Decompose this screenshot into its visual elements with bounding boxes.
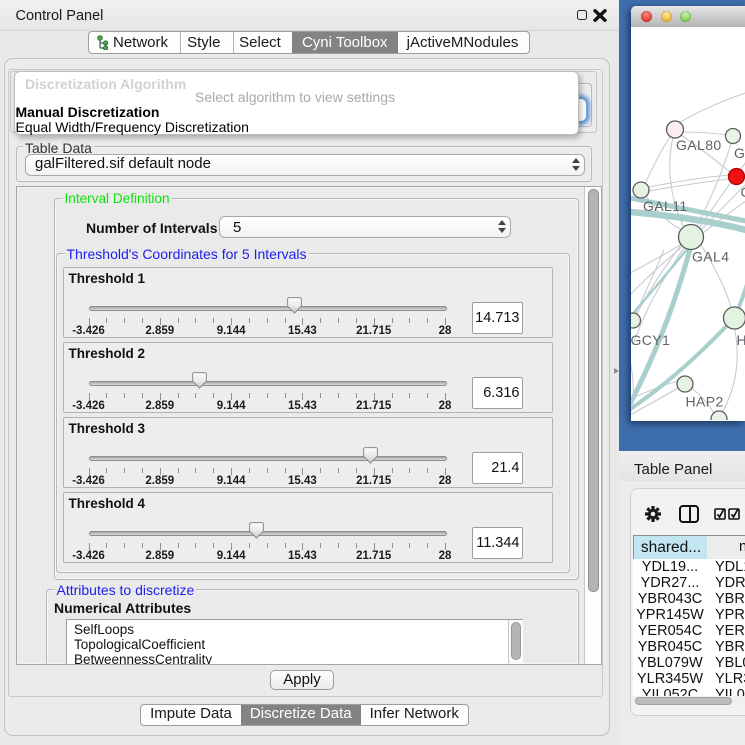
- svg-text:H: H: [737, 332, 745, 348]
- svg-text:GAL80: GAL80: [676, 137, 722, 153]
- svg-text:GAL11: GAL11: [643, 198, 688, 214]
- svg-text:HAP2: HAP2: [686, 394, 724, 410]
- svg-text:GAL4: GAL4: [692, 249, 729, 265]
- svg-text:GAL7: GAL7: [734, 145, 745, 161]
- svg-text:GCY1: GCY1: [631, 332, 670, 348]
- svg-text:CB: CB: [741, 184, 745, 200]
